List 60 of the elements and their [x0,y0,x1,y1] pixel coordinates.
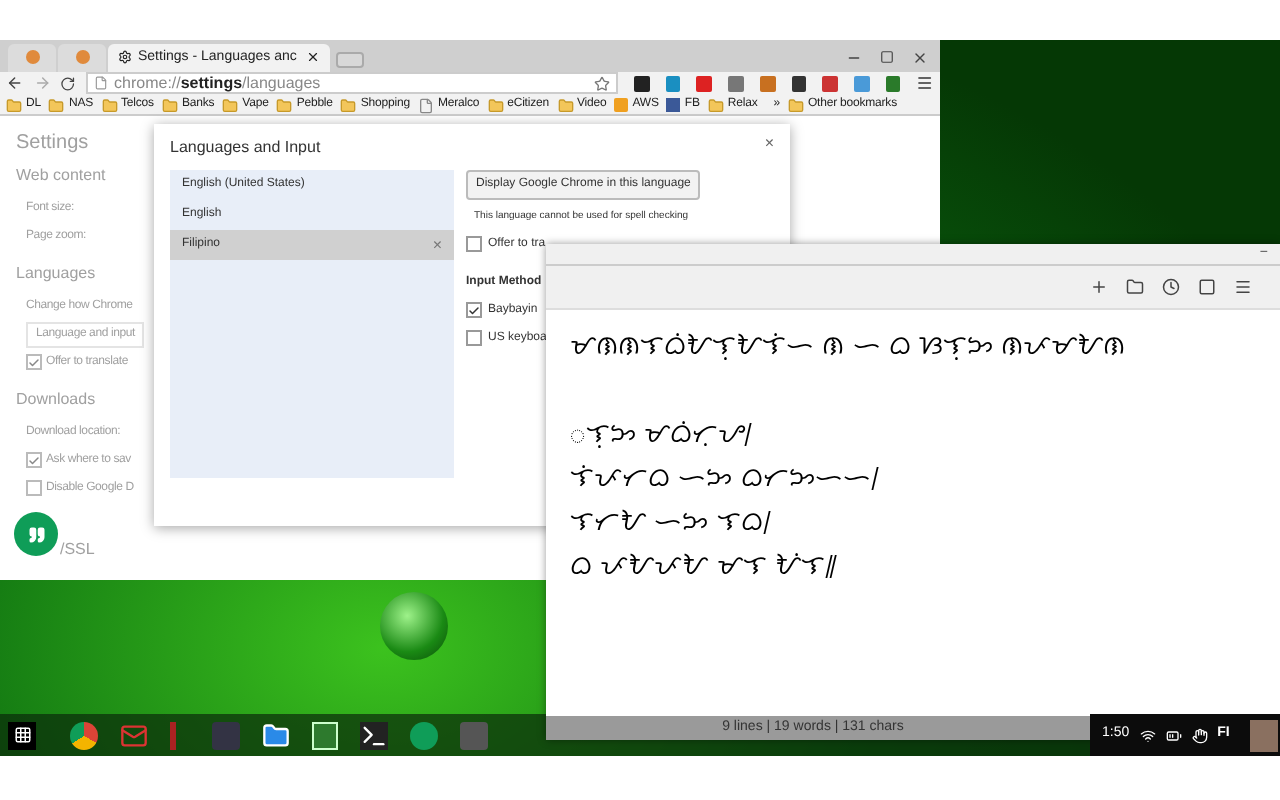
checkbox[interactable] [466,302,482,318]
mail-icon[interactable] [120,721,148,749]
hangouts-icon[interactable] [410,721,438,749]
folder-icon [161,97,178,113]
box-icon [614,98,629,112]
checkbox[interactable] [466,236,482,252]
facebook-icon [666,98,681,112]
folder-icon [487,97,504,113]
dialog-title: Languages and Input [170,136,321,160]
checkbox[interactable] [26,452,42,468]
folder-icon [557,97,573,113]
chrome-icon[interactable] [70,721,98,749]
square-icon[interactable] [1198,278,1216,296]
section-heading: /SSL [60,538,95,562]
terminal-icon[interactable] [360,721,388,749]
back-icon[interactable] [6,74,24,93]
checkbox[interactable] [26,480,42,496]
hangouts-icon[interactable] [14,512,58,556]
section-heading: Languages [16,262,96,286]
text-line: ᜀᜎᜓᜅ ᜋᜊᜒᜆᜓᜌ᜵ [570,418,753,454]
maximize-icon[interactable] [880,49,894,64]
folder-icon [48,97,65,113]
url-text: chrome://settings/languages [114,71,321,96]
clock-icon[interactable] [1162,278,1180,296]
folder-icon [6,97,22,113]
folder-icon [222,97,239,113]
settings-icon [118,50,132,65]
battery-icon [1165,727,1182,743]
section-heading: Downloads [16,388,96,412]
close-icon[interactable] [306,50,321,65]
launcher-icon[interactable] [8,721,36,749]
close-icon[interactable] [912,49,928,66]
text-line: ᜋᜈᜈᜎᜊᜒᜀᜎᜓᜀᜎᜒᜑ ᜈ ᜑ ᜊ ᜐᜎᜓᜅ ᜈᜉᜋᜀᜈ [570,330,1126,366]
new-icon[interactable] [1090,278,1108,296]
page-icon [417,97,434,113]
folder-icon [707,97,724,113]
reload-icon[interactable] [60,75,77,92]
folder-icon [101,97,118,113]
avatar[interactable] [1250,719,1278,751]
folder-icon [340,97,357,113]
text-line: ᜎᜒᜉᜆᜊ ᜑᜅ ᜊᜆᜅᜑᜑ᜵ [570,462,879,498]
text-line: ᜎᜆᜀ ᜑᜅ ᜎᜊ᜵ [570,506,771,542]
text-line: ᜊ ᜉᜀᜉᜀ ᜋᜎ ᜀᜒᜎ᜶ [570,550,837,586]
site-icon [25,50,39,65]
checkbox[interactable] [26,354,42,370]
wifi-icon [1139,727,1156,743]
folder-icon[interactable] [1126,278,1144,296]
star-icon[interactable] [594,75,611,92]
section-heading: Web content [16,164,106,188]
folder-icon [787,97,804,113]
site-icon [75,50,89,65]
menu-icon[interactable] [916,74,934,93]
hand-icon [1191,727,1208,743]
close-icon[interactable]: × [764,132,774,156]
page-icon [94,76,109,91]
page-title: Settings [16,130,89,158]
address-bar[interactable]: chrome://settings/languages [86,72,619,95]
menu-icon[interactable] [1234,278,1252,296]
folder-icon [276,97,293,113]
checkbox[interactable] [466,330,482,346]
